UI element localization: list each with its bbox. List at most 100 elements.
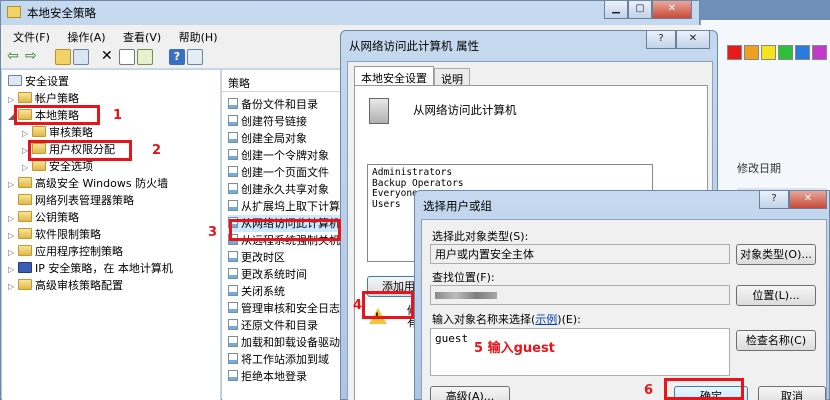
properties-dialog-title: 从网络访问此计算机 属性 xyxy=(349,39,480,53)
tab-explain[interactable]: 说明 xyxy=(434,68,470,86)
maximize-button[interactable]: ▢ xyxy=(628,1,652,19)
expand-arrow-icon[interactable]: ▷ xyxy=(8,278,18,295)
back-arrow-icon[interactable]: ⇦ xyxy=(7,49,23,65)
menu-file[interactable]: 文件(F) xyxy=(13,31,50,44)
color-palette xyxy=(701,20,830,80)
color-swatch[interactable] xyxy=(744,45,759,60)
help-button[interactable]: ? xyxy=(759,191,789,209)
color-swatch[interactable] xyxy=(727,45,742,60)
folder-icon xyxy=(18,228,32,239)
expand-arrow-icon[interactable]: ▷ xyxy=(8,261,18,278)
help-icon[interactable]: ? xyxy=(169,49,185,65)
expand-arrow-icon[interactable]: ▷ xyxy=(8,176,18,193)
close-button[interactable]: ✕ xyxy=(789,191,827,209)
menu-view[interactable]: 查看(V) xyxy=(123,31,161,44)
annotation-2: 2 xyxy=(152,143,162,158)
tree-node-security-settings[interactable]: 安全设置 xyxy=(8,73,69,90)
policy-row[interactable]: 创建一个令牌对象 xyxy=(228,147,329,164)
policy-icon xyxy=(228,149,238,160)
select-dialog-title: 选择用户或组 xyxy=(423,199,492,213)
security-settings-icon xyxy=(8,75,22,86)
select-users-dialog: 选择用户或组 ? ✕ 选择此对象类型(S): 用户或内置安全主体 对象类型(O)… xyxy=(414,190,830,400)
object-name-label: 输入对象名称来选择(示例)(E): xyxy=(432,313,581,326)
location-label: 查找位置(F): xyxy=(432,271,495,284)
policy-row[interactable]: 关闭系统 xyxy=(228,283,285,300)
close-button[interactable]: ✕ xyxy=(652,1,692,19)
console-icon[interactable] xyxy=(187,49,203,65)
folder-icon xyxy=(18,194,32,205)
object-types-button[interactable]: 对象类型(O)... xyxy=(736,244,816,265)
folder-icon xyxy=(18,92,32,103)
properties-icon[interactable] xyxy=(119,49,135,65)
expand-arrow-icon[interactable]: ▷ xyxy=(8,210,18,227)
policy-icon xyxy=(228,370,238,381)
tab-local-setting[interactable]: 本地安全设置 xyxy=(354,66,434,86)
annotation-4: 4 xyxy=(353,298,363,313)
ip-policy-icon xyxy=(18,262,32,273)
expand-arrow-icon[interactable]: ▷ xyxy=(22,159,32,176)
policy-icon xyxy=(228,183,238,194)
color-swatch[interactable] xyxy=(761,45,776,60)
policy-icon xyxy=(228,302,238,313)
close-button[interactable]: ✕ xyxy=(676,31,710,49)
policy-row[interactable]: 更改系统时间 xyxy=(228,266,307,283)
policy-row[interactable]: 创建符号链接 xyxy=(228,113,307,130)
policy-row[interactable]: 备份文件和目录 xyxy=(228,96,318,113)
object-type-field: 用户或内置安全主体 xyxy=(430,244,730,264)
forward-arrow-icon[interactable]: ⇨ xyxy=(25,49,41,65)
highlight-ok-button xyxy=(664,378,744,400)
tree-node-app-control[interactable]: ▷ 应用程序控制策略 xyxy=(8,243,123,260)
policy-row[interactable]: 更改时区 xyxy=(228,249,285,266)
color-swatch[interactable] xyxy=(795,45,810,60)
help-button[interactable]: ? xyxy=(646,31,676,49)
highlight-add-button xyxy=(362,291,414,319)
policy-icon xyxy=(228,319,238,330)
highlight-local-policy xyxy=(14,105,100,125)
tree-node-ip-security[interactable]: ▷ IP 安全策略，在 本地计算机 xyxy=(8,260,173,277)
policy-row[interactable]: 创建一个页面文件 xyxy=(228,164,329,181)
up-folder-icon[interactable] xyxy=(55,49,71,65)
policy-icon xyxy=(228,200,238,211)
annotation-3: 3 xyxy=(208,225,218,240)
folder-icon xyxy=(32,126,46,137)
list-item[interactable]: Administrators xyxy=(372,167,648,179)
advanced-button[interactable]: 高级(A)... xyxy=(430,386,510,400)
policy-icon xyxy=(228,115,238,126)
policy-row[interactable]: 创建永久共享对象 xyxy=(228,181,329,198)
expand-arrow-icon[interactable]: ▷ xyxy=(8,244,18,261)
annotation-5: 5 输入guest xyxy=(474,341,555,356)
policy-row[interactable]: 将工作站添加到域 xyxy=(228,351,329,368)
export-icon[interactable] xyxy=(137,49,153,65)
tree-node-public-key[interactable]: ▷ 公钥策略 xyxy=(8,209,79,226)
policy-icon xyxy=(228,166,238,177)
tree-node-audit-policy[interactable]: ▷ 审核策略 xyxy=(22,124,93,141)
column-header-date[interactable]: 修改日期 xyxy=(737,160,781,176)
select-client: 选择此对象类型(S): 用户或内置安全主体 对象类型(O)... 查找位置(F)… xyxy=(421,219,827,400)
tree-node-network-list[interactable]: 网络列表管理器策略 xyxy=(8,192,134,209)
menu-action[interactable]: 操作(A) xyxy=(67,31,105,44)
tree-node-software-restriction[interactable]: ▷ 软件限制策略 xyxy=(8,226,101,243)
color-swatch[interactable] xyxy=(778,45,793,60)
policy-row[interactable]: 还原文件和目录 xyxy=(228,317,318,334)
policy-row[interactable]: 从扩展坞上取下计算机 xyxy=(228,198,351,215)
cancel-button[interactable]: 取消 xyxy=(758,386,826,400)
expand-arrow-icon[interactable]: ▷ xyxy=(8,227,18,244)
examples-link[interactable]: 示例 xyxy=(535,313,557,326)
show-tree-icon[interactable] xyxy=(73,49,89,65)
color-swatch[interactable] xyxy=(812,45,827,60)
folder-icon xyxy=(18,211,32,222)
delete-icon[interactable]: ✕ xyxy=(101,49,117,65)
annotation-6: 6 xyxy=(644,383,654,398)
policy-row[interactable]: 创建全局对象 xyxy=(228,130,307,147)
menu-help[interactable]: 帮助(H) xyxy=(179,31,218,44)
tree-node-advanced-audit[interactable]: ▷ 高级审核策略配置 xyxy=(8,277,123,294)
tree-node-firewall[interactable]: ▷ 高级安全 Windows 防火墙 xyxy=(8,175,168,192)
check-names-button[interactable]: 检查名称(C) xyxy=(736,330,816,351)
policy-row[interactable]: 拒绝本地登录 xyxy=(228,368,307,385)
object-name-value: guest xyxy=(435,332,469,345)
object-type-label: 选择此对象类型(S): xyxy=(432,230,529,243)
folder-icon xyxy=(18,245,32,256)
policy-row[interactable]: 管理审核和安全日志 xyxy=(228,300,340,317)
locations-button[interactable]: 位置(L)... xyxy=(736,285,816,306)
minimize-button[interactable]: ▁ xyxy=(604,1,628,19)
